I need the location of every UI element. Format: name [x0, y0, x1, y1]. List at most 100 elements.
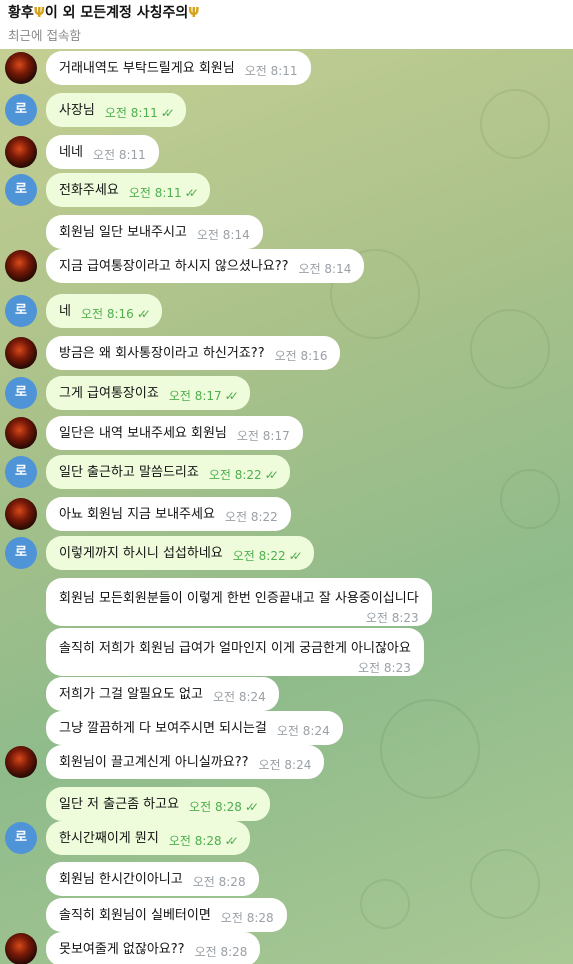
chat-header[interactable]: 황후Ψ이 외 모든계정 사칭주의Ψ 최근에 접속함: [0, 0, 573, 49]
message-text: 사장님: [59, 102, 95, 118]
message-text: 회원님 일단 보내주시고: [59, 224, 187, 240]
contact-avatar[interactable]: [5, 417, 37, 449]
message-text: 회원님이 끌고계신게 아니실까요??: [59, 754, 249, 770]
message-meta: 오전 8:17 ✓✓: [168, 389, 239, 403]
read-double-check-icon: ✓✓: [288, 549, 303, 563]
incoming-message[interactable]: 회원님 일단 보내주시고 오전 8:14: [46, 215, 263, 249]
message-meta: 오전 8:24: [213, 690, 266, 704]
title-text-1: 황후: [8, 5, 34, 21]
message-text: 솔직히 저희가 회원님 급여가 얼마인지 이게 궁금한게 아니잖아요: [59, 641, 411, 656]
message-text: 이렇게까지 하시니 섭섭하네요: [59, 545, 223, 561]
background-doodle: [470, 309, 550, 389]
message-time: 오전 8:11: [104, 106, 158, 120]
contact-avatar[interactable]: [5, 498, 37, 530]
message-time: 오전 8:22: [224, 510, 278, 524]
contact-avatar[interactable]: [5, 250, 37, 282]
read-double-check-icon: ✓✓: [224, 834, 239, 848]
incoming-message[interactable]: 거래내역도 부탁드릴게요 회원님 오전 8:11: [46, 51, 311, 85]
message-meta: 오전 8:24: [259, 758, 312, 772]
message-text: 한시간째이게 뭔지: [59, 830, 159, 846]
outgoing-message[interactable]: 전화주세요 오전 8:11 ✓✓: [46, 173, 210, 207]
read-double-check-icon: ✓✓: [244, 800, 259, 814]
message-text: 회원님 모든회원분들이 이렇게 한번 인증끝내고 잘 사용중이십니다: [59, 591, 419, 606]
incoming-message[interactable]: 회원님 한시간이아니고 오전 8:28: [46, 862, 259, 896]
message-text: 회원님 한시간이아니고: [59, 871, 183, 887]
message-text: 그게 급여통장이죠: [59, 385, 159, 401]
message-time: 오전 8:11: [128, 186, 182, 200]
my-avatar[interactable]: 로: [5, 537, 37, 569]
contact-avatar[interactable]: [5, 933, 37, 964]
read-double-check-icon: ✓✓: [136, 307, 151, 321]
message-meta: 오전 8:28: [193, 875, 246, 889]
background-doodle: [500, 469, 560, 529]
incoming-message[interactable]: 못보여줄게 없잖아요?? 오전 8:28: [46, 932, 261, 964]
message-meta: 오전 8:24: [277, 724, 330, 738]
incoming-message[interactable]: 그냥 깔끔하게 다 보여주시면 되시는걸 오전 8:24: [46, 711, 343, 745]
outgoing-message[interactable]: 사장님 오전 8:11 ✓✓: [46, 93, 186, 127]
incoming-message[interactable]: 저희가 그걸 알필요도 없고 오전 8:24: [46, 677, 279, 711]
outgoing-message[interactable]: 네 오전 8:16 ✓✓: [46, 294, 162, 328]
message-meta: 오전 8:22: [225, 510, 278, 524]
message-time: 오전 8:22: [208, 468, 262, 482]
my-avatar[interactable]: 로: [5, 174, 37, 206]
message-meta: 오전 8:16 ✓✓: [81, 307, 151, 321]
message-time: 오전 8:28: [194, 945, 248, 959]
message-meta: 오전 8:22 ✓✓: [232, 549, 303, 563]
message-text: 아뇨 회원님 지금 보내주세요: [59, 506, 215, 522]
incoming-message[interactable]: 솔직히 회원님이 실베터이면 오전 8:28: [46, 898, 287, 932]
incoming-message[interactable]: 방금은 왜 회사통장이라고 하신거죠?? 오전 8:16: [46, 336, 341, 370]
message-time: 오전 8:22: [232, 549, 286, 563]
message-time: 오전 8:17: [168, 389, 222, 403]
message-text: 거래내역도 부탁드릴게요 회원님: [59, 60, 235, 76]
message-text: 일단은 내역 보내주세요 회원님: [59, 425, 227, 441]
message-meta: 오전 8:28 ✓✓: [189, 800, 259, 814]
my-avatar[interactable]: 로: [5, 456, 37, 488]
outgoing-message[interactable]: 그게 급여통장이죠 오전 8:17 ✓✓: [46, 376, 250, 410]
contact-avatar[interactable]: [5, 136, 37, 168]
message-list[interactable]: 거래내역도 부탁드릴게요 회원님 오전 8:11 로 사장님 오전 8:11 ✓✓ 네네 오전…: [0, 49, 573, 964]
message-time: 오전 8:16: [274, 349, 328, 363]
my-avatar[interactable]: 로: [5, 295, 37, 327]
message-time: 오전 8:24: [212, 690, 266, 704]
contact-avatar[interactable]: [5, 52, 37, 84]
outgoing-message[interactable]: 일단 저 출근좀 하고요 오전 8:28 ✓✓: [46, 787, 270, 821]
my-avatar[interactable]: 로: [5, 822, 37, 854]
my-avatar[interactable]: 로: [5, 377, 37, 409]
contact-avatar[interactable]: [5, 337, 37, 369]
title-text-2: 이 외 모든계정 사칭주의: [44, 5, 189, 21]
message-text: 못보여줄게 없잖아요??: [59, 941, 185, 957]
message-meta: 오전 8:23: [59, 661, 411, 675]
incoming-message[interactable]: 지금 급여통장이라고 하시지 않으셨나요?? 오전 8:14: [46, 249, 365, 283]
read-double-check-icon: ✓✓: [184, 186, 199, 200]
message-time: 오전 8:24: [276, 724, 330, 738]
message-meta: 오전 8:14: [197, 228, 250, 242]
incoming-message[interactable]: 아뇨 회원님 지금 보내주세요 오전 8:22: [46, 497, 291, 531]
message-time: 오전 8:11: [92, 148, 146, 162]
outgoing-message[interactable]: 한시간째이게 뭔지 오전 8:28 ✓✓: [46, 821, 250, 855]
incoming-message[interactable]: 네네 오전 8:11: [46, 135, 159, 169]
incoming-message[interactable]: 회원님 모든회원분들이 이렇게 한번 인증끝내고 잘 사용중이십니다오전 8:2…: [46, 578, 432, 626]
message-meta: 오전 8:22 ✓✓: [208, 468, 279, 482]
message-meta: 오전 8:11: [93, 148, 146, 162]
my-avatar[interactable]: 로: [5, 94, 37, 126]
contact-avatar[interactable]: [5, 746, 37, 778]
message-text: 전화주세요: [59, 182, 119, 198]
chat-title: 황후Ψ이 외 모든계정 사칭주의Ψ: [8, 4, 565, 23]
outgoing-message[interactable]: 이렇게까지 하시니 섭섭하네요 오전 8:22 ✓✓: [46, 536, 314, 570]
message-time: 오전 8:14: [298, 262, 352, 276]
background-doodle: [380, 699, 480, 799]
message-text: 일단 저 출근좀 하고요: [59, 796, 180, 812]
message-text: 지금 급여통장이라고 하시지 않으셨나요??: [59, 258, 289, 274]
incoming-message[interactable]: 솔직히 저희가 회원님 급여가 얼마인지 이게 궁금한게 아니잖아요오전 8:2…: [46, 628, 424, 676]
outgoing-message[interactable]: 일단 출근하고 말씀드리죠 오전 8:22 ✓✓: [46, 455, 290, 489]
message-text: 일단 출근하고 말씀드리죠: [59, 464, 199, 480]
message-text: 솔직히 회원님이 실베터이면: [59, 907, 211, 923]
message-text: 방금은 왜 회사통장이라고 하신거죠??: [59, 345, 265, 361]
message-time: 오전 8:28: [192, 875, 246, 889]
message-time: 오전 8:23: [365, 611, 419, 625]
message-time: 오전 8:28: [220, 911, 274, 925]
message-time: 오전 8:23: [358, 661, 411, 675]
incoming-message[interactable]: 일단은 내역 보내주세요 회원님 오전 8:17: [46, 416, 303, 450]
message-time: 오전 8:11: [244, 64, 298, 78]
incoming-message[interactable]: 회원님이 끌고계신게 아니실까요?? 오전 8:24: [46, 745, 325, 779]
